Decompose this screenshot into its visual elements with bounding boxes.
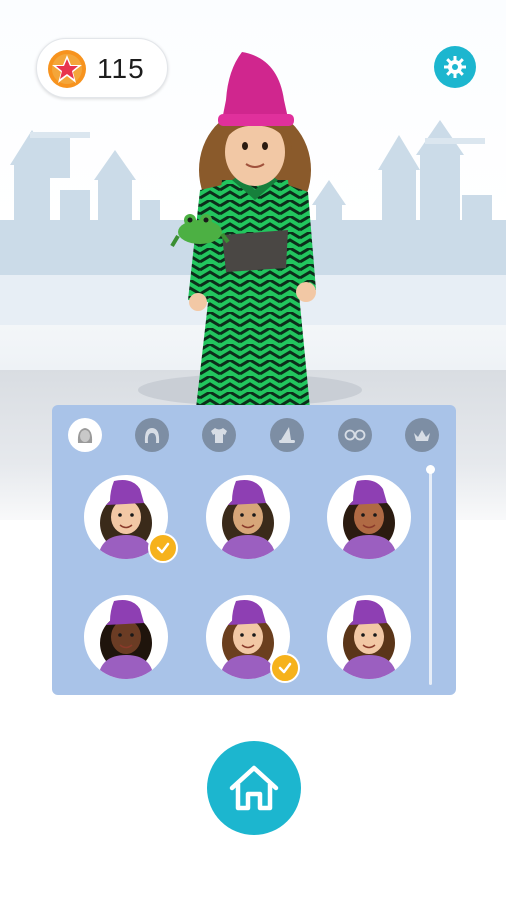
avatar-character xyxy=(170,52,316,408)
avatar-option-thumbnail xyxy=(98,600,154,679)
shirt-icon xyxy=(211,428,227,443)
customization-panel xyxy=(52,405,456,695)
avatar-option-thumbnail xyxy=(341,600,397,679)
scrollbar-thumb[interactable] xyxy=(426,465,435,474)
avatar-option-6[interactable] xyxy=(327,595,411,679)
settings-button[interactable] xyxy=(434,46,476,88)
coin-counter: 115 xyxy=(36,38,168,98)
selected-check-icon xyxy=(148,533,178,563)
avatar-option-thumbnail xyxy=(341,480,397,559)
tab-face[interactable] xyxy=(68,418,102,452)
tab-accessory[interactable] xyxy=(405,418,439,452)
tab-clothing[interactable] xyxy=(202,418,236,452)
avatar-option-thumbnail xyxy=(220,480,276,559)
scrollbar-track[interactable] xyxy=(429,465,432,685)
tab-glasses[interactable] xyxy=(338,418,372,452)
home-icon xyxy=(229,765,279,811)
gear-icon xyxy=(444,56,466,78)
selected-check-icon xyxy=(270,653,300,683)
hair-icon xyxy=(144,428,160,443)
avatar-option-2[interactable] xyxy=(206,475,290,559)
dress-up-scene: 115 xyxy=(0,0,506,900)
avatar-option-4[interactable] xyxy=(84,595,168,679)
home-button[interactable] xyxy=(207,741,301,835)
tab-hat[interactable] xyxy=(270,418,304,452)
tab-hair[interactable] xyxy=(135,418,169,452)
crown-icon xyxy=(414,430,430,441)
coin-count: 115 xyxy=(97,53,145,84)
glasses-icon xyxy=(344,429,366,441)
face-icon xyxy=(77,428,93,443)
wizard-hat-icon xyxy=(279,427,295,443)
avatar-option-3[interactable] xyxy=(327,475,411,559)
star-coin-icon xyxy=(48,50,86,88)
